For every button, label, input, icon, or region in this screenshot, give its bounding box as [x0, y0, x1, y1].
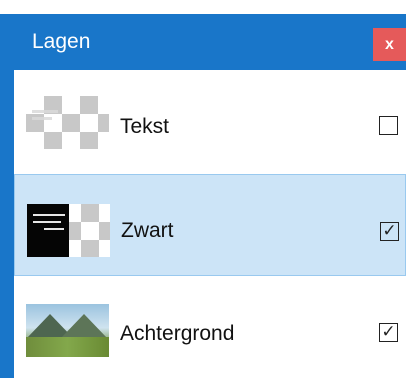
close-button[interactable]: x — [373, 28, 406, 61]
thumbnail-text-preview — [32, 110, 58, 113]
black-layer-preview — [27, 204, 69, 257]
panel-title: Lagen — [32, 30, 91, 53]
mountain-shape — [60, 314, 108, 339]
layer-name-zwart: Zwart — [121, 219, 174, 242]
layer-thumbnail-achtergrond — [26, 304, 109, 357]
window-top-strip — [0, 0, 406, 14]
layer-visibility-checkbox-zwart[interactable]: ✓ — [380, 222, 399, 241]
layer-row-achtergrond[interactable]: Achtergrond ✓ — [14, 284, 406, 378]
close-icon: x — [385, 35, 394, 53]
layer-name-tekst: Tekst — [120, 115, 170, 138]
layer-thumbnail-tekst — [26, 96, 109, 149]
layer-visibility-checkbox-tekst[interactable] — [379, 116, 398, 135]
layer-thumbnail-zwart — [27, 204, 110, 257]
layer-visibility-checkbox-achtergrond[interactable]: ✓ — [379, 323, 398, 342]
panel-left-border — [0, 70, 14, 378]
layers-list: Tekst Zwart ✓ Achtergrond ✓ — [14, 70, 406, 378]
thumbnail-text-line — [33, 214, 65, 216]
thumbnail-text-line — [33, 221, 61, 223]
thumbnail-text-line — [44, 228, 64, 230]
layer-row-zwart[interactable]: Zwart ✓ — [14, 174, 406, 276]
layer-name-achtergrond: Achtergrond — [120, 322, 235, 345]
thumbnail-text-preview — [32, 117, 52, 120]
layers-panel-header: Lagen — [0, 14, 406, 70]
meadow-shape — [26, 337, 109, 357]
layer-row-tekst[interactable]: Tekst — [14, 70, 406, 168]
